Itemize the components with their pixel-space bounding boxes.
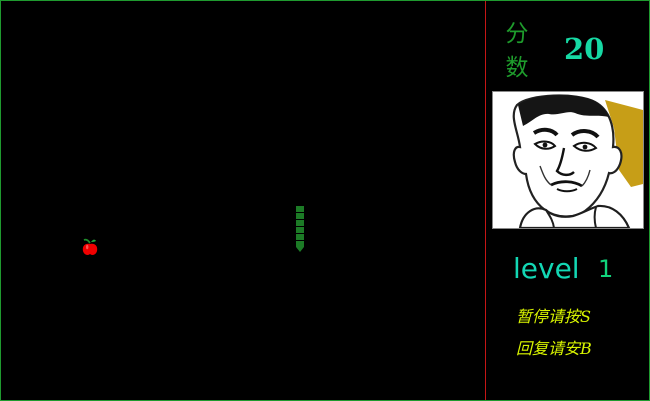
snake-segment xyxy=(296,213,304,219)
snake-segment xyxy=(296,206,304,212)
pause-hint: 暂停请按S xyxy=(516,307,591,326)
snake-segment xyxy=(296,234,304,240)
snake-tail xyxy=(296,247,304,252)
playfield[interactable] xyxy=(1,1,485,400)
score-value: 20 xyxy=(564,32,605,66)
level-value: 1 xyxy=(598,255,614,283)
resume-hint: 回复请安B xyxy=(516,339,592,358)
portrait-image xyxy=(493,92,643,230)
portrait xyxy=(492,91,644,230)
snake-segment xyxy=(296,220,304,226)
side-panel: 分 数 20 level 1 暂停请按S 回复请安B xyxy=(486,1,648,400)
snake-segment xyxy=(296,227,304,233)
score-label: 分 数 xyxy=(505,21,529,81)
apple-icon xyxy=(81,237,99,257)
level-label: level xyxy=(513,252,580,285)
